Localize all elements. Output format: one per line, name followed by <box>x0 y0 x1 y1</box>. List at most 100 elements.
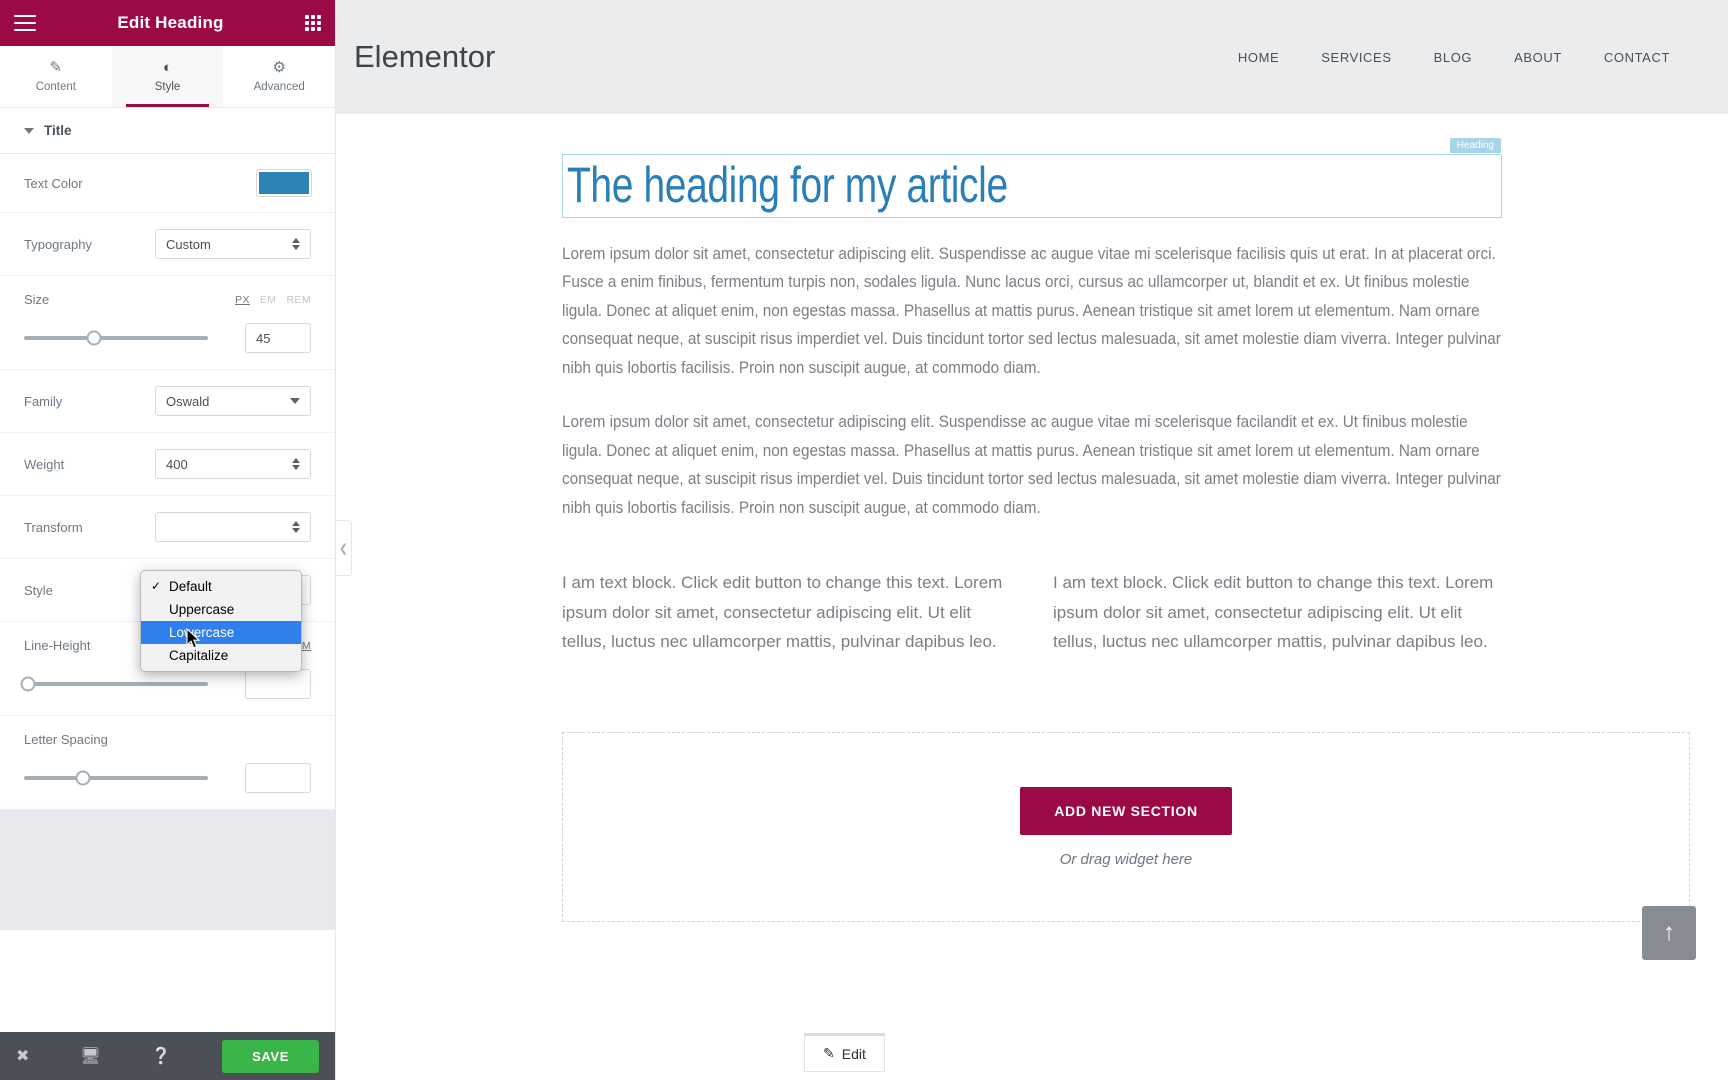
section-title-header[interactable]: Title <box>0 108 335 154</box>
typography-value: Custom <box>166 236 211 252</box>
dropdown-option-uppercase[interactable]: Uppercase <box>141 598 301 621</box>
size-units: PX EM REM <box>235 294 311 306</box>
weight-value: 400 <box>166 456 188 472</box>
widget-badge: Heading <box>1449 138 1501 153</box>
add-new-section-button[interactable]: ADD NEW SECTION <box>1020 786 1232 835</box>
weight-select[interactable]: 400 <box>155 449 311 479</box>
tab-content[interactable]: ✎ Content <box>0 46 112 107</box>
pencil-icon: ✎ <box>49 59 63 76</box>
heading-widget[interactable]: Heading The heading for my article <box>562 138 1502 218</box>
spinner-icon <box>292 521 300 533</box>
transform-label: Transform <box>24 519 83 535</box>
grid-icon[interactable] <box>304 15 321 31</box>
letter-spacing-label: Letter Spacing <box>24 732 108 747</box>
content-container: Heading The heading for my article Lorem… <box>562 114 1690 923</box>
line-height-slider[interactable] <box>20 676 208 692</box>
paragraph-1: Lorem ipsum dolor sit amet, consectetur … <box>562 243 1501 377</box>
edit-button[interactable]: ✎ Edit <box>804 1033 885 1072</box>
text-block-right: I am text block. Click edit button to ch… <box>1053 573 1494 651</box>
tab-advanced-label: Advanced <box>253 81 305 93</box>
unit-px[interactable]: PX <box>235 294 250 306</box>
typography-label: Typography <box>24 236 92 252</box>
nav-item-blog[interactable]: BLOG <box>1434 50 1473 65</box>
size-input[interactable]: 45 <box>245 323 311 353</box>
mouse-cursor-icon <box>186 628 201 649</box>
line-height-slider-knob[interactable] <box>20 676 36 692</box>
size-label: Size <box>24 292 50 307</box>
line-height-input[interactable] <box>245 669 311 699</box>
nav-item-services[interactable]: SERVICES <box>1321 50 1391 65</box>
letter-spacing-input[interactable] <box>245 763 311 793</box>
page-preview: Elementor HOME SERVICES BLOG ABOUT CONTA… <box>336 0 1728 1080</box>
text-color-swatch[interactable] <box>257 170 311 196</box>
typography-select[interactable]: Custom <box>155 229 311 259</box>
panel-tabs: ✎ Content ◐ Style ⚙ Advanced <box>0 46 336 108</box>
question-icon[interactable]: ❔ <box>151 1046 171 1066</box>
control-size: Size PX EM REM 45 <box>0 276 335 370</box>
save-button[interactable]: SAVE <box>222 1039 319 1073</box>
site-header: Elementor HOME SERVICES BLOG ABOUT CONTA… <box>336 0 1728 114</box>
two-column-section: I am text block. Click edit button to ch… <box>562 568 1502 656</box>
letter-spacing-slider-knob[interactable] <box>75 770 91 786</box>
paragraph-2: Lorem ipsum dolor sit amet, consectetur … <box>562 412 1501 517</box>
add-section-dropzone[interactable]: ADD NEW SECTION Or drag widget here <box>562 732 1690 923</box>
transform-select[interactable] <box>155 512 311 542</box>
line-height-label: Line-Height <box>24 638 91 653</box>
dropdown-option-default[interactable]: Default <box>141 575 301 598</box>
chevron-down-icon <box>290 398 300 404</box>
dropdown-option-capitalize[interactable]: Capitalize <box>141 644 301 667</box>
nav-item-home[interactable]: HOME <box>1238 50 1279 65</box>
editor-panel: Edit Heading ✎ Content ◐ Style ⚙ Advance… <box>0 0 336 1080</box>
panel-title: Edit Heading <box>117 13 224 32</box>
style-label: Style <box>24 582 53 598</box>
panel-filler <box>0 810 335 930</box>
unit-em[interactable]: EM <box>260 294 277 306</box>
canvas: Heading The heading for my article Lorem… <box>336 114 1728 923</box>
text-block-left: I am text block. Click edit button to ch… <box>562 573 1003 651</box>
tab-advanced[interactable]: ⚙ Advanced <box>223 46 336 107</box>
spinner-icon <box>292 458 300 470</box>
unit-rem[interactable]: REM <box>286 294 311 306</box>
panel-collapse-button[interactable]: ❮ <box>336 520 352 576</box>
gear-icon: ⚙ <box>272 59 286 76</box>
size-slider[interactable] <box>24 330 208 346</box>
text-color-label: Text Color <box>24 175 83 191</box>
edit-button-label: Edit <box>841 1045 866 1062</box>
panel-header: Edit Heading <box>0 0 335 46</box>
page-heading: The heading for my article <box>567 157 1008 213</box>
scroll-to-top-button[interactable]: ↑ <box>1642 906 1696 960</box>
spinner-icon <box>292 238 300 250</box>
letter-spacing-slider[interactable] <box>24 770 208 786</box>
nav-item-contact[interactable]: CONTACT <box>1604 50 1670 65</box>
section-title-label: Title <box>44 123 72 138</box>
site-logo[interactable]: Elementor <box>354 39 495 75</box>
tab-content-label: Content <box>35 81 76 93</box>
control-typography: Typography Custom <box>0 213 335 276</box>
family-select[interactable]: Oswald <box>155 386 311 416</box>
dropdown-option-lowercase[interactable]: Lowercase <box>141 621 301 644</box>
control-family: Family Oswald <box>0 370 335 433</box>
family-value: Oswald <box>166 393 210 409</box>
tab-style[interactable]: ◐ Style <box>111 46 224 107</box>
control-transform: Transform <box>0 496 335 559</box>
control-text-color: Text Color <box>0 154 335 213</box>
panel-footer: ✖ 🖥 ❔ SAVE <box>0 1032 335 1080</box>
site-nav: HOME SERVICES BLOG ABOUT CONTACT <box>1238 50 1670 65</box>
contrast-icon: ◐ <box>162 59 173 76</box>
control-weight: Weight 400 <box>0 433 335 496</box>
drag-widget-hint: Or drag widget here <box>1059 850 1193 868</box>
size-slider-knob[interactable] <box>86 330 102 346</box>
transform-dropdown-menu[interactable]: Default Uppercase Lowercase Capitalize <box>140 570 302 672</box>
arrow-up-icon: ↑ <box>1663 919 1675 946</box>
monitor-icon[interactable]: 🖥 <box>80 1046 100 1066</box>
weight-label: Weight <box>24 456 65 472</box>
control-letter-spacing: Letter Spacing <box>0 716 335 810</box>
nav-item-about[interactable]: ABOUT <box>1514 50 1562 65</box>
hamburger-icon[interactable] <box>14 15 36 31</box>
tab-style-label: Style <box>154 81 181 93</box>
chevron-down-icon <box>24 127 34 134</box>
family-label: Family <box>24 393 63 409</box>
close-icon[interactable]: ✖ <box>16 1046 29 1066</box>
pencil-icon: ✎ <box>823 1045 835 1061</box>
elementor-editor: Edit Heading ✎ Content ◐ Style ⚙ Advance… <box>0 0 1728 1080</box>
